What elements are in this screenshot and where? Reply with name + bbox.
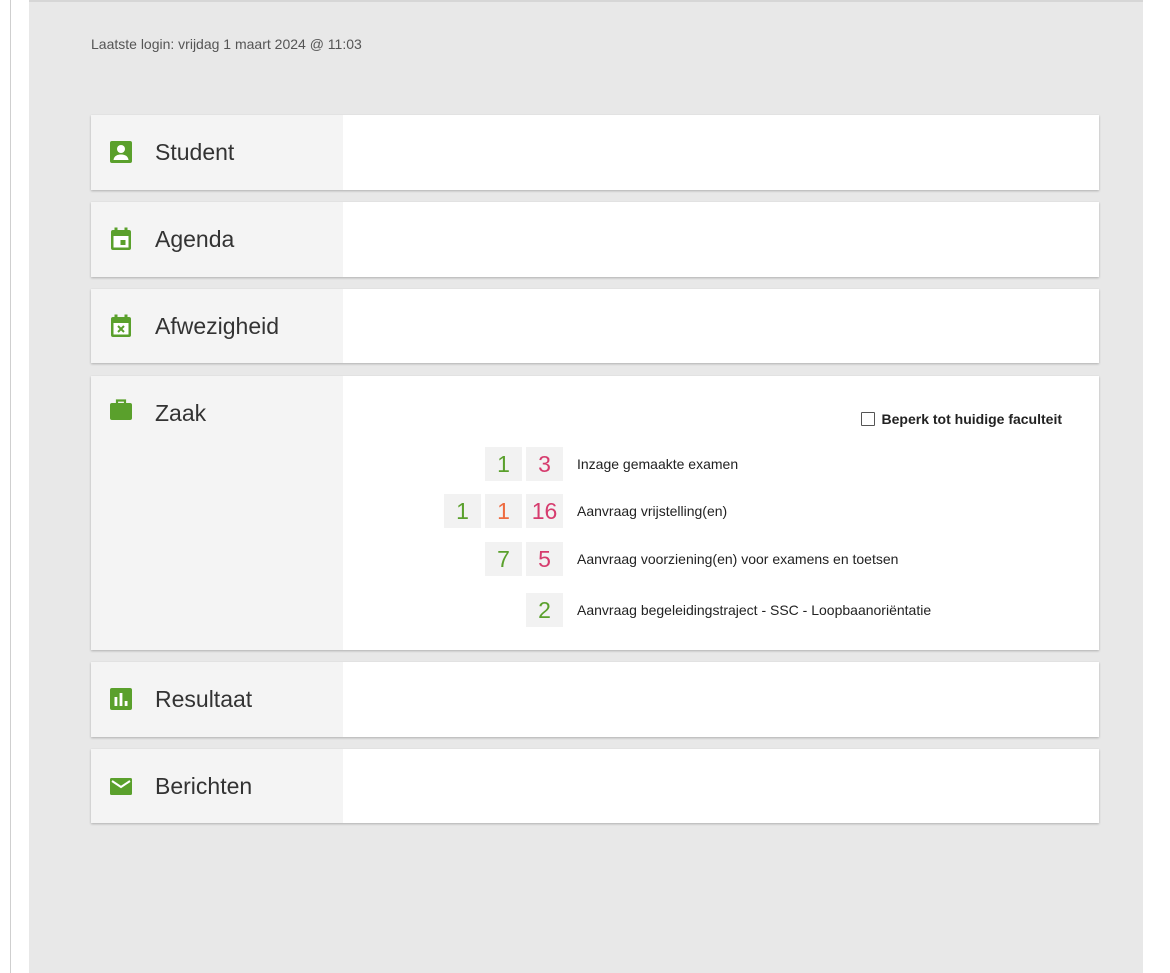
- zaak-row[interactable]: 1 3 Inzage gemaakte examen: [343, 447, 1097, 481]
- panel-agenda-body: [343, 202, 1099, 277]
- last-login-text: Laatste login: vrijdag 1 maart 2024 @ 11…: [91, 36, 362, 52]
- panel-berichten[interactable]: Berichten: [91, 749, 1099, 823]
- zaak-row-label[interactable]: Aanvraag begeleidingstraject - SSC - Loo…: [577, 602, 931, 618]
- zaak-row[interactable]: 2 Aanvraag begeleidingstraject - SSC - L…: [343, 593, 1097, 627]
- briefcase-icon: [110, 399, 132, 420]
- dashboard: Laatste login: vrijdag 1 maart 2024 @ 11…: [29, 0, 1143, 973]
- count-badge[interactable]: 3: [526, 447, 563, 481]
- panel-student-body: [343, 115, 1099, 190]
- envelope-icon: [110, 778, 132, 795]
- panel-agenda[interactable]: Agenda: [91, 202, 1099, 277]
- zaak-counts: 7 5: [485, 542, 563, 576]
- panel-zaak-body: Beperk tot huidige faculteit 1 3 Inzage …: [343, 376, 1099, 650]
- panel-afwezigheid-header[interactable]: Afwezigheid: [91, 289, 343, 363]
- zaak-row-label[interactable]: Aanvraag vrijstelling(en): [577, 503, 727, 519]
- panel-berichten-header[interactable]: Berichten: [91, 749, 343, 823]
- faculty-filter-checkbox[interactable]: Beperk tot huidige faculteit: [860, 411, 1062, 427]
- count-badge[interactable]: 1: [485, 494, 522, 528]
- zaak-row-label[interactable]: Inzage gemaakte examen: [577, 456, 738, 472]
- panel-afwezigheid-body: [343, 289, 1099, 363]
- account-box-icon: [110, 141, 132, 163]
- count-badge[interactable]: 2: [526, 593, 563, 627]
- zaak-counts: 2: [526, 593, 563, 627]
- count-badge[interactable]: 1: [485, 447, 522, 481]
- zaak-counts: 1 3: [485, 447, 563, 481]
- panel-agenda-title: Agenda: [155, 226, 235, 252]
- faculty-filter-label: Beperk tot huidige faculteit: [881, 411, 1062, 427]
- count-badge[interactable]: 16: [526, 494, 563, 528]
- count-badge[interactable]: 7: [485, 542, 522, 576]
- count-badge[interactable]: 1: [444, 494, 481, 528]
- zaak-row[interactable]: 1 1 16 Aanvraag vrijstelling(en): [343, 494, 1097, 528]
- panel-resultaat-body: [343, 662, 1099, 737]
- panel-resultaat-header[interactable]: Resultaat: [91, 662, 343, 737]
- panel-zaak: Zaak Beperk tot huidige faculteit 1 3 In…: [91, 376, 1099, 650]
- panel-berichten-title: Berichten: [155, 773, 253, 799]
- panel-zaak-title: Zaak: [155, 400, 207, 426]
- checkbox-box[interactable]: [860, 412, 875, 426]
- panel-afwezigheid[interactable]: Afwezigheid: [91, 289, 1099, 363]
- panel-zaak-header[interactable]: Zaak: [91, 376, 343, 650]
- panel-afwezigheid-title: Afwezigheid: [155, 313, 280, 339]
- bar-chart-icon: [110, 688, 132, 710]
- panel-resultaat[interactable]: Resultaat: [91, 662, 1099, 737]
- panel-agenda-header[interactable]: Agenda: [91, 202, 343, 277]
- calendar-remove-icon: [111, 314, 131, 337]
- zaak-row-label[interactable]: Aanvraag voorziening(en) voor examens en…: [577, 551, 898, 567]
- count-badge[interactable]: 5: [526, 542, 563, 576]
- panel-resultaat-title: Resultaat: [155, 686, 253, 712]
- zaak-counts: 1 1 16: [444, 494, 563, 528]
- zaak-row[interactable]: 7 5 Aanvraag voorziening(en) voor examen…: [343, 542, 1097, 576]
- calendar-icon: [111, 227, 131, 250]
- panel-berichten-body: [343, 749, 1099, 823]
- panel-student-header[interactable]: Student: [91, 115, 343, 190]
- panel-student[interactable]: Student: [91, 115, 1099, 190]
- panel-student-title: Student: [155, 139, 235, 165]
